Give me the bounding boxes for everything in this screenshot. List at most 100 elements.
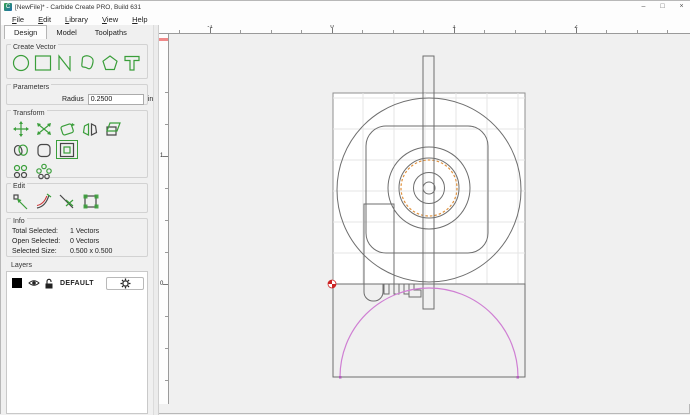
circular-array-icon	[34, 162, 54, 180]
rectangle-tool-button[interactable]	[32, 53, 53, 72]
tab-toolpaths[interactable]: Toolpaths	[86, 26, 136, 39]
menu-bar: File Edit Library View Help	[1, 13, 690, 25]
trim-icon	[57, 192, 77, 211]
scale-icon	[34, 120, 54, 138]
info-total-selected: Total Selected: 1 Vectors	[10, 227, 144, 237]
tab-design[interactable]: Design	[4, 25, 47, 39]
vector-step-shape[interactable]	[409, 284, 421, 297]
edit-group: Edit	[6, 183, 148, 213]
linear-array-icon	[11, 162, 31, 180]
parameters-group: Parameters Radius in	[6, 84, 148, 105]
circular-array-tool-button[interactable]	[33, 161, 55, 180]
semicircle-node-right[interactable]	[517, 376, 520, 379]
linear-array-tool-button[interactable]	[10, 161, 32, 180]
vertical-ruler: 10	[159, 34, 169, 404]
tab-model[interactable]: Model	[47, 26, 85, 39]
layer-color-swatch[interactable]	[12, 278, 22, 288]
trim-tool-button[interactable]	[56, 192, 78, 211]
selected-size-value: 0.500 x 0.500	[70, 247, 112, 257]
polygon-icon	[100, 53, 120, 73]
round-corners-icon	[34, 141, 54, 159]
parameters-label: Parameters	[11, 84, 51, 92]
layers-label: Layers	[11, 262, 153, 269]
menu-library[interactable]: Library	[58, 15, 95, 24]
eye-icon	[28, 278, 40, 288]
unlock-icon	[44, 278, 54, 289]
node-select-icon	[11, 192, 31, 211]
text-icon	[122, 53, 142, 73]
edit-label: Edit	[11, 183, 27, 191]
boolean-icon	[11, 141, 31, 159]
rotate-tool-button[interactable]	[56, 119, 78, 138]
fillet-tool-button[interactable]	[33, 192, 55, 211]
rectangle-icon	[33, 53, 53, 73]
vector-u-shape[interactable]	[364, 284, 383, 301]
offset-tool-button[interactable]	[56, 140, 78, 159]
canvas-svg	[169, 34, 690, 404]
text-tool-button[interactable]	[122, 53, 143, 72]
circle-icon	[11, 53, 31, 73]
move-icon	[11, 120, 31, 138]
vector-magenta-semicircle[interactable]	[340, 288, 518, 377]
layer-lock-toggle[interactable]	[44, 278, 54, 289]
semicircle-node-left[interactable]	[339, 376, 342, 379]
mirror-icon	[80, 120, 100, 138]
maximize-button[interactable]: □	[653, 1, 672, 13]
transform-label: Transform	[11, 110, 47, 118]
app-icon: C	[4, 3, 12, 11]
title-bar: C [NewFile]* - Carbide Create PRO, Build…	[1, 1, 690, 13]
horizontal-ruler: -1012	[159, 25, 690, 34]
boolean-tool-button[interactable]	[10, 140, 32, 159]
polygon-tool-button[interactable]	[99, 53, 120, 72]
info-selected-size: Selected Size: 0.500 x 0.500	[10, 247, 144, 257]
move-tool-button[interactable]	[10, 119, 32, 138]
menu-edit[interactable]: Edit	[31, 15, 58, 24]
window-title: [NewFile]* - Carbide Create PRO, Build 6…	[15, 4, 141, 11]
layers-list: DEFAULT	[6, 271, 148, 414]
info-group: Info Total Selected: 1 Vectors Open Sele…	[6, 218, 148, 257]
mode-tabs: Design Model Toolpaths	[1, 25, 153, 39]
radius-label: Radius	[62, 96, 84, 103]
create-vector-label: Create Vector	[11, 44, 58, 52]
transform-group: Transform	[6, 110, 148, 178]
curve-icon	[78, 53, 98, 73]
join-vectors-icon	[80, 192, 100, 211]
round-corners-tool-button[interactable]	[33, 140, 55, 159]
info-open-selected: Open Selected: 0 Vectors	[10, 237, 144, 247]
curve-tool-button[interactable]	[77, 53, 98, 72]
rotate-icon	[57, 120, 77, 138]
minimize-button[interactable]: –	[634, 1, 653, 13]
close-button[interactable]: ×	[672, 1, 690, 13]
menu-help[interactable]: Help	[125, 15, 154, 24]
vector-comb-teeth[interactable]	[384, 284, 409, 294]
layer-row-default[interactable]: DEFAULT	[10, 275, 144, 291]
stock-area	[333, 93, 525, 284]
design-canvas[interactable]	[169, 34, 690, 404]
skew-tool-button[interactable]	[102, 119, 124, 138]
radius-input[interactable]	[88, 94, 144, 105]
create-vector-group: Create Vector	[6, 44, 148, 79]
menu-view[interactable]: View	[95, 15, 125, 24]
total-selected-value: 1 Vectors	[70, 227, 99, 237]
polyline-tool-button[interactable]	[55, 53, 76, 72]
menu-file[interactable]: File	[5, 15, 31, 24]
ruler-position-marker	[159, 38, 169, 41]
layer-name: DEFAULT	[60, 280, 94, 287]
vector-lower-rectangle[interactable]	[333, 284, 525, 377]
fillet-icon	[34, 192, 54, 211]
layer-visibility-toggle[interactable]	[28, 278, 40, 288]
offset-icon	[57, 141, 77, 159]
join-vectors-tool-button[interactable]	[79, 192, 101, 211]
polyline-icon	[55, 53, 75, 73]
skew-icon	[103, 120, 123, 138]
origin-marker	[328, 280, 336, 288]
design-panel: Create Vector Parameters Radiu	[1, 39, 153, 415]
gear-icon	[120, 278, 131, 289]
layer-settings-button[interactable]	[106, 277, 144, 290]
open-selected-value: 0 Vectors	[70, 237, 99, 247]
mirror-tool-button[interactable]	[79, 119, 101, 138]
node-select-tool-button[interactable]	[10, 192, 32, 211]
scale-tool-button[interactable]	[33, 119, 55, 138]
info-label: Info	[11, 218, 27, 226]
circle-tool-button[interactable]	[10, 53, 31, 72]
